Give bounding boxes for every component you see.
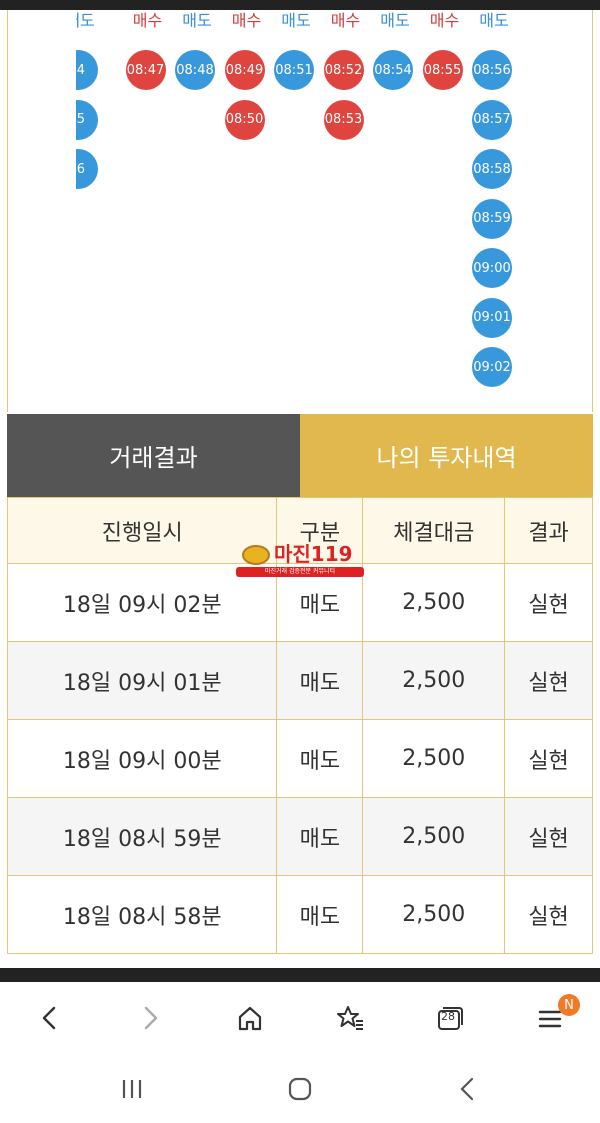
forward-button[interactable] — [100, 982, 200, 1054]
row-date: 18일 09시 00분 — [6, 719, 278, 798]
chevron-right-icon — [144, 1006, 158, 1030]
row-result: 실현 — [504, 797, 593, 876]
pattern-circle: 09:00 — [472, 248, 512, 288]
pattern-panel: 매도08:4408:4508:46매수08:47매도08:48매수08:4908… — [7, 10, 593, 412]
row-type: 매도 — [276, 875, 364, 954]
back-system-button[interactable] — [448, 1074, 488, 1104]
home-icon — [238, 1006, 262, 1031]
row-type: 매도 — [276, 719, 364, 798]
row-result: 실현 — [504, 563, 593, 642]
pattern-grid: 매도08:4408:4508:46매수08:47매도08:48매수08:4908… — [8, 10, 592, 412]
page-bottom-strip — [0, 968, 600, 982]
tab-trade-result[interactable]: 거래결과 — [7, 414, 300, 497]
row-result: 실현 — [504, 719, 593, 798]
row-date: 18일 09시 01분 — [6, 641, 278, 720]
watermark-logo: 마진119 마진거래 검증전문 커뮤니티 — [236, 543, 364, 579]
pattern-circle: 08:57 — [472, 99, 512, 140]
table-row: 18일 08시 58분 매도 2,500 실현 — [6, 875, 593, 954]
pattern-circle: 09:01 — [472, 297, 512, 338]
row-type: 매도 — [276, 797, 364, 876]
table-row: 18일 09시 00분 매도 2,500 실현 — [6, 719, 593, 798]
pattern-column-header: 매도 — [76, 11, 95, 30]
tab-my-investment-history[interactable]: 나의 투자내역 — [300, 414, 593, 497]
row-result: 실현 — [504, 875, 593, 954]
row-date: 18일 08시 59분 — [6, 797, 278, 876]
pattern-circle: 08:59 — [472, 198, 512, 239]
home-button[interactable] — [200, 982, 300, 1054]
watermark-title: 마진119 — [274, 542, 353, 566]
row-result: 실현 — [504, 641, 593, 720]
menu-button[interactable]: N — [500, 982, 600, 1054]
tab-bar: 거래결과 나의 투자내역 — [7, 414, 593, 497]
pattern-circle: 08:54 — [373, 50, 413, 90]
tabs-button[interactable]: 28 — [400, 982, 500, 1054]
table-row: 18일 08시 59분 매도 2,500 실현 — [6, 797, 593, 876]
pattern-circle: 08:47 — [125, 50, 166, 90]
row-date: 18일 08시 58분 — [6, 875, 278, 954]
row-type: 매도 — [276, 641, 364, 720]
pattern-circle: 08:52 — [323, 50, 364, 90]
pattern-circle: 08:46 — [76, 149, 98, 189]
tab-count: 28 — [441, 1010, 455, 1023]
pattern-circle: 08:55 — [422, 50, 463, 90]
pattern-circle: 08:56 — [472, 50, 512, 90]
pattern-circle: 08:51 — [274, 50, 314, 90]
row-amount: 2,500 — [362, 875, 506, 954]
row-amount: 2,500 — [362, 797, 506, 876]
system-navigation-bar — [0, 1054, 600, 1123]
browser-toolbar: 28 N — [0, 982, 600, 1054]
header-amount: 체결대금 — [362, 497, 506, 564]
pattern-circle: 08:48 — [175, 50, 215, 90]
pattern-circle: 08:53 — [323, 99, 364, 140]
status-strip — [0, 0, 600, 10]
bookmarks-button[interactable] — [300, 982, 400, 1054]
table-row: 18일 09시 01분 매도 2,500 실현 — [6, 641, 593, 720]
pattern-circle: 08:44 — [76, 50, 98, 90]
notification-badge: N — [558, 994, 580, 1016]
recent-apps-button[interactable] — [112, 1074, 152, 1104]
pattern-circle: 08:50 — [224, 99, 265, 140]
row-amount: 2,500 — [362, 641, 506, 720]
pattern-circle: 08:58 — [472, 149, 512, 189]
pattern-column: 매도 08:44 08:45 08:46 — [76, 10, 106, 412]
star-list-icon — [337, 1006, 363, 1030]
back-button[interactable] — [0, 982, 100, 1054]
pattern-circle: 08:45 — [76, 99, 98, 140]
pattern-column-header: 매도 — [479, 11, 509, 30]
row-amount: 2,500 — [362, 719, 506, 798]
pattern-circle: 09:02 — [472, 347, 512, 387]
back-chevron-icon — [460, 1077, 474, 1101]
recent-apps-icon — [122, 1080, 142, 1098]
header-result: 결과 — [504, 497, 593, 564]
row-amount: 2,500 — [362, 563, 506, 642]
home-circle-icon — [288, 1077, 312, 1101]
shield-icon — [242, 545, 270, 565]
pattern-circle: 08:49 — [224, 50, 265, 90]
chevron-left-icon — [42, 1006, 56, 1030]
watermark-subtitle: 마진거래 검증전문 커뮤니티 — [236, 567, 364, 577]
home-system-button[interactable] — [280, 1074, 320, 1104]
